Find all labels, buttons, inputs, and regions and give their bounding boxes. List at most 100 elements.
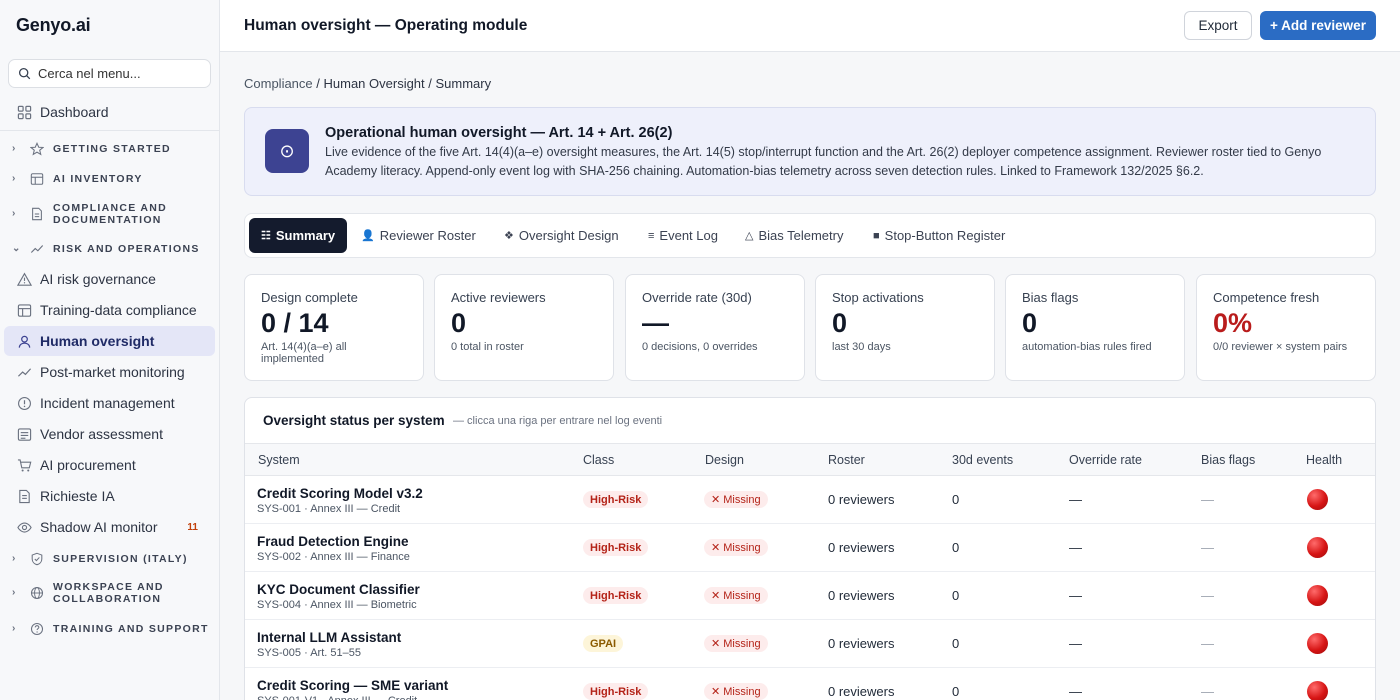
sidebar-item-richieste-ia[interactable]: Richieste IA [4,481,215,511]
system-id: SYS-001-V1 · Annex III — Credit [257,695,417,700]
table-row[interactable]: Credit Scoring — SME variant SYS-001-V1 ·… [245,668,1375,700]
table-icon [17,303,32,318]
sidebar-item-label: Richieste IA [40,488,115,504]
section-getting-started[interactable]: › GETTING STARTED [0,142,219,156]
tab-event-log[interactable]: ≡ Event Log [648,218,718,253]
table-row[interactable]: Fraud Detection Engine SYS-002 · Annex II… [245,524,1375,572]
stat-label: Competence fresh [1213,290,1320,305]
chevron-right-icon: › [12,623,17,634]
breadcrumb-human-oversight[interactable]: Human Oversight [324,76,425,91]
override-rate: — [1069,636,1082,651]
table-row[interactable]: KYC Document Classifier SYS-004 · Annex I… [245,572,1375,620]
stat-card-bias-flags: Bias flags 0 automation-bias rules fired [1005,274,1185,381]
sidebar-item-incident-management[interactable]: Incident management [4,388,215,418]
sidebar-item-post-market[interactable]: Post-market monitoring [4,357,215,387]
override-rate: — [1069,492,1082,507]
system-id: SYS-001 · Annex III — Credit [257,503,401,515]
section-training-support[interactable]: › TRAINING AND SUPPORT [0,622,219,636]
breadcrumb-summary: Summary [435,76,492,91]
table-row[interactable]: Internal LLM Assistant SYS-005 · Art. 51–… [245,620,1375,668]
override-rate: — [1069,540,1082,555]
column-header[interactable]: Class [583,453,614,467]
stat-value: 0% [1213,308,1253,338]
sidebar-item-ai-procurement[interactable]: AI procurement [4,450,215,480]
health-status-dot [1307,489,1328,510]
roster-count: 0 reviewers [828,540,895,555]
tab-label: Bias Telemetry [758,228,844,243]
column-header[interactable]: System [258,453,300,467]
sidebar-item-label: Vendor assessment [40,426,163,442]
top-bar: Human oversight — Operating module Expor… [220,0,1400,52]
stat-label: Bias flags [1022,290,1079,305]
sidebar-item-training-data[interactable]: Training-data compliance [4,295,215,325]
stat-value: 0 [832,308,848,338]
section-risk-operations[interactable]: ⌄ RISK AND OPERATIONS [0,242,219,256]
section-label: RISK AND OPERATIONS [53,243,200,255]
tab-stop-button-register[interactable]: ■ Stop-Button Register [873,218,1005,253]
system-name: Internal LLM Assistant [257,630,402,645]
sidebar-item-label: AI procurement [40,457,136,473]
tab-summary[interactable]: ☷ Summary [249,218,348,253]
column-header[interactable]: Design [705,453,744,467]
column-header[interactable]: Roster [828,453,865,467]
tab-label: Reviewer Roster [379,228,476,243]
section-compliance[interactable]: › COMPLIANCE AND DOCUMENTATION [0,202,219,226]
section-label: COMPLIANCE AND DOCUMENTATION [53,202,167,226]
tab-label: Event Log [659,228,718,243]
override-rate: — [1069,588,1082,603]
system-name: KYC Document Classifier [257,582,420,597]
column-header[interactable]: 30d events [952,453,1013,467]
alert-circle-icon [17,396,32,411]
chevron-right-icon: › [12,553,17,564]
section-label: AI INVENTORY [53,173,143,185]
app-logo[interactable]: Genyo.ai [16,15,91,36]
page-title: Human oversight — Operating module [244,17,528,34]
class-badge: High-Risk [583,683,649,700]
document-icon [30,207,44,221]
column-header[interactable]: Health [1306,453,1342,467]
table-icon [30,172,44,186]
section-ai-inventory[interactable]: › AI INVENTORY [0,172,219,186]
sidebar-item-dashboard[interactable]: Dashboard [4,97,215,127]
column-header[interactable]: Bias flags [1201,453,1255,467]
section-supervision[interactable]: › SUPERVISION (ITALY) [0,552,219,566]
class-badge: High-Risk [583,587,649,604]
tab-oversight-design[interactable]: ❖ Oversight Design [504,218,619,253]
globe-icon [30,586,44,600]
section-workspace[interactable]: › WORKSPACE AND COLLABORATION [0,581,219,605]
column-header[interactable]: Override rate [1069,453,1142,467]
health-status-dot [1307,537,1328,558]
tab-reviewer-roster[interactable]: 👤 Reviewer Roster [361,218,476,253]
user-icon [17,334,32,349]
target-icon: ⊙ [265,129,309,173]
stat-subtext: automation-bias rules fired [1022,341,1152,353]
export-button[interactable]: Export [1184,11,1252,40]
events-count: 0 [952,492,960,507]
stat-subtext: Art. 14(4)(a–e) all implemented [261,341,347,365]
stat-value: 0 [451,308,467,338]
breadcrumb-compliance[interactable]: Compliance [244,76,313,91]
user-icon: 👤 [361,230,375,242]
class-badge: GPAI [583,635,624,652]
stat-card-active-reviewers: Active reviewers 0 0 total in roster [434,274,614,381]
system-id: SYS-004 · Annex III — Biometric [257,599,417,611]
sidebar-item-shadow-ai-monitor[interactable]: Shadow AI monitor 11 [4,512,215,542]
tab-bias-telemetry[interactable]: △ Bias Telemetry [745,218,843,253]
sidebar-item-human-oversight[interactable]: Human oversight [4,326,215,356]
sidebar-item-vendor-assessment[interactable]: Vendor assessment [4,419,215,449]
bias-flags: — [1201,588,1214,603]
stat-label: Design complete [261,290,358,305]
table-row[interactable]: Credit Scoring Model v3.2 SYS-001 · Annex… [245,476,1375,524]
sidebar-item-ai-risk-governance[interactable]: AI risk governance [4,264,215,294]
stat-value: 0 [1022,308,1038,338]
add-reviewer-button[interactable]: + Add reviewer [1260,11,1376,40]
tab-label: Summary [275,228,336,243]
stat-label: Override rate (30d) [642,290,752,305]
info-banner: ⊙ Operational human oversight — Art. 14 … [244,107,1376,196]
stat-card-design-complete: Design complete 0 / 14 Art. 14(4)(a–e) a… [244,274,424,381]
sidebar-item-label: Human oversight [40,333,155,349]
section-label: GETTING STARTED [53,143,171,155]
section-label-line: WORKSPACE AND [53,581,164,593]
menu-search-input[interactable]: Cerca nel menu... [8,59,211,88]
events-count: 0 [952,540,960,555]
